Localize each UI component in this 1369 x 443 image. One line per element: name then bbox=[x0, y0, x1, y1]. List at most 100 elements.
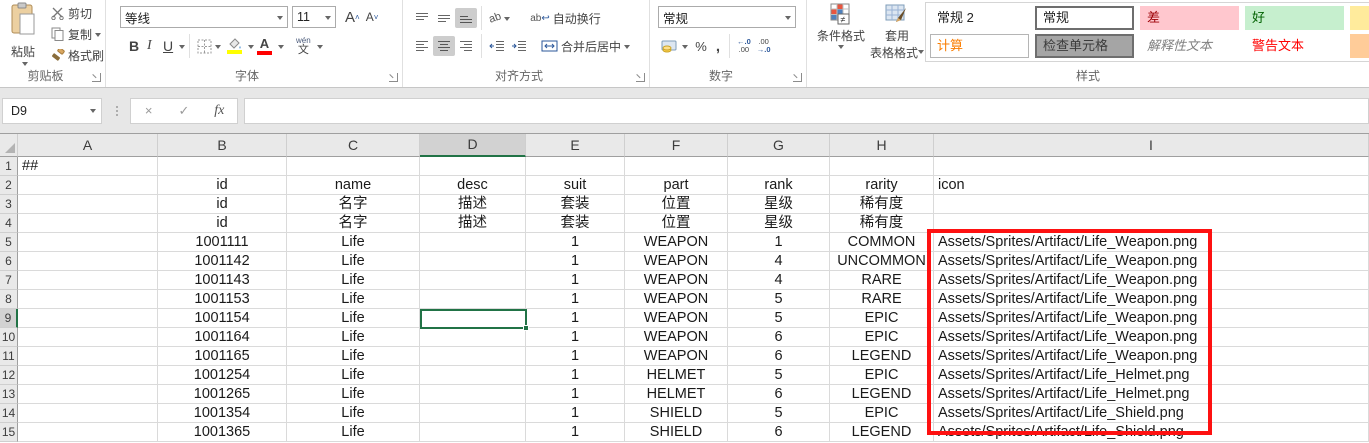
cell-B10[interactable]: 1001164 bbox=[158, 328, 287, 347]
cell-E11[interactable]: 1 bbox=[526, 347, 625, 366]
cell-F15[interactable]: SHIELD bbox=[625, 423, 728, 442]
cell-E6[interactable]: 1 bbox=[526, 252, 625, 271]
cell-I4[interactable] bbox=[934, 214, 1369, 233]
column-header-F[interactable]: F bbox=[625, 134, 728, 157]
row-header-3[interactable]: 3 bbox=[0, 195, 18, 214]
cell-C7[interactable]: Life bbox=[287, 271, 420, 290]
formula-bar-resize-handle[interactable] bbox=[110, 106, 124, 116]
underline-button[interactable]: U bbox=[160, 37, 176, 55]
cell-B13[interactable]: 1001265 bbox=[158, 385, 287, 404]
cell-G1[interactable] bbox=[728, 157, 830, 176]
row-header-15[interactable]: 15 bbox=[0, 423, 18, 442]
cell-I14[interactable]: Assets/Sprites/Artifact/Life_Shield.png bbox=[934, 404, 1369, 423]
cell-C14[interactable]: Life bbox=[287, 404, 420, 423]
cell-D13[interactable] bbox=[420, 385, 526, 404]
cell-H6[interactable]: UNCOMMON bbox=[830, 252, 934, 271]
style-swatch-input-partial[interactable] bbox=[1350, 34, 1369, 58]
cell-C11[interactable]: Life bbox=[287, 347, 420, 366]
cell-D4[interactable]: 描述 bbox=[420, 214, 526, 233]
bold-button[interactable]: B bbox=[126, 37, 144, 55]
cell-B1[interactable] bbox=[158, 157, 287, 176]
phonetic-caret[interactable] bbox=[317, 45, 323, 52]
cell-H10[interactable]: EPIC bbox=[830, 328, 934, 347]
number-format-select[interactable]: 常规 bbox=[658, 6, 796, 28]
row-header-13[interactable]: 13 bbox=[0, 385, 18, 404]
row-header-7[interactable]: 7 bbox=[0, 271, 18, 290]
cell-G8[interactable]: 5 bbox=[728, 290, 830, 309]
cell-I10[interactable]: Assets/Sprites/Artifact/Life_Weapon.png bbox=[934, 328, 1369, 347]
cell-A13[interactable] bbox=[18, 385, 158, 404]
formula-input[interactable] bbox=[244, 98, 1369, 124]
alignment-dialog-launcher[interactable] bbox=[636, 73, 645, 82]
cell-H4[interactable]: 稀有度 bbox=[830, 214, 934, 233]
cell-H13[interactable]: LEGEND bbox=[830, 385, 934, 404]
decrease-decimal-button[interactable]: .00 →.0 bbox=[757, 38, 771, 55]
cell-C6[interactable]: Life bbox=[287, 252, 420, 271]
cell-C2[interactable]: name bbox=[287, 176, 420, 195]
row-header-4[interactable]: 4 bbox=[0, 214, 18, 233]
style-swatch-bad[interactable]: 差 bbox=[1140, 6, 1239, 30]
cell-F12[interactable]: HELMET bbox=[625, 366, 728, 385]
cell-G5[interactable]: 1 bbox=[728, 233, 830, 252]
cell-F7[interactable]: WEAPON bbox=[625, 271, 728, 290]
copy-button[interactable]: 复制 bbox=[46, 24, 107, 44]
cell-H15[interactable]: LEGEND bbox=[830, 423, 934, 442]
cell-G14[interactable]: 5 bbox=[728, 404, 830, 423]
cell-D6[interactable] bbox=[420, 252, 526, 271]
number-dialog-launcher[interactable] bbox=[793, 73, 802, 82]
cell-A4[interactable] bbox=[18, 214, 158, 233]
cell-E4[interactable]: 套装 bbox=[526, 214, 625, 233]
cell-A8[interactable] bbox=[18, 290, 158, 309]
cell-H11[interactable]: LEGEND bbox=[830, 347, 934, 366]
align-right-button[interactable] bbox=[455, 36, 477, 56]
format-as-table-caret[interactable] bbox=[918, 50, 924, 57]
wrap-text-button[interactable]: ab ↩ 自动换行 bbox=[527, 9, 604, 28]
style-swatch-calculation[interactable]: 计算 bbox=[930, 34, 1029, 58]
cell-H5[interactable]: COMMON bbox=[830, 233, 934, 252]
insert-function-button[interactable]: fx bbox=[207, 103, 231, 119]
cell-D15[interactable] bbox=[420, 423, 526, 442]
cell-I12[interactable]: Assets/Sprites/Artifact/Life_Helmet.png bbox=[934, 366, 1369, 385]
name-box[interactable]: D9 bbox=[2, 98, 102, 124]
conditional-formatting-button[interactable]: ≠ 条件格式 bbox=[813, 3, 869, 52]
paste-button[interactable]: 粘贴 bbox=[2, 2, 44, 66]
style-swatch-normal-2[interactable]: 常规 2 bbox=[930, 6, 1029, 30]
style-swatch-check-cell[interactable]: 检查单元格 bbox=[1035, 34, 1134, 58]
cut-button[interactable]: 剪切 bbox=[46, 3, 107, 23]
row-header-5[interactable]: 5 bbox=[0, 233, 18, 252]
cell-F5[interactable]: WEAPON bbox=[625, 233, 728, 252]
cell-G10[interactable]: 6 bbox=[728, 328, 830, 347]
cell-H2[interactable]: rarity bbox=[830, 176, 934, 195]
enter-button[interactable]: ✓ bbox=[172, 103, 196, 119]
cell-I8[interactable]: Assets/Sprites/Artifact/Life_Weapon.png bbox=[934, 290, 1369, 309]
cell-C10[interactable]: Life bbox=[287, 328, 420, 347]
select-all-corner[interactable] bbox=[0, 134, 18, 157]
underline-dropdown-caret[interactable] bbox=[179, 45, 185, 52]
cell-F1[interactable] bbox=[625, 157, 728, 176]
column-header-E[interactable]: E bbox=[526, 134, 625, 157]
increase-decimal-button[interactable]: ←.0 .00 bbox=[737, 38, 751, 55]
cell-C13[interactable]: Life bbox=[287, 385, 420, 404]
cell-A10[interactable] bbox=[18, 328, 158, 347]
accounting-caret[interactable] bbox=[682, 45, 688, 52]
row-header-6[interactable]: 6 bbox=[0, 252, 18, 271]
cell-B7[interactable]: 1001143 bbox=[158, 271, 287, 290]
font-dialog-launcher[interactable] bbox=[389, 73, 398, 82]
cell-B15[interactable]: 1001365 bbox=[158, 423, 287, 442]
font-size-select[interactable]: 11 bbox=[292, 6, 336, 28]
cell-E10[interactable]: 1 bbox=[526, 328, 625, 347]
cell-E3[interactable]: 套装 bbox=[526, 195, 625, 214]
cell-F10[interactable]: WEAPON bbox=[625, 328, 728, 347]
cell-G4[interactable]: 星级 bbox=[728, 214, 830, 233]
cell-F9[interactable]: WEAPON bbox=[625, 309, 728, 328]
cell-I5[interactable]: Assets/Sprites/Artifact/Life_Weapon.png bbox=[934, 233, 1369, 252]
cell-B12[interactable]: 1001254 bbox=[158, 366, 287, 385]
cell-H14[interactable]: EPIC bbox=[830, 404, 934, 423]
cell-D7[interactable] bbox=[420, 271, 526, 290]
style-swatch-good[interactable]: 好 bbox=[1245, 6, 1344, 30]
cell-B3[interactable]: id bbox=[158, 195, 287, 214]
cell-I13[interactable]: Assets/Sprites/Artifact/Life_Helmet.png bbox=[934, 385, 1369, 404]
cell-F3[interactable]: 位置 bbox=[625, 195, 728, 214]
cell-E5[interactable]: 1 bbox=[526, 233, 625, 252]
style-swatch-explanatory[interactable]: 解释性文本 bbox=[1140, 34, 1239, 58]
